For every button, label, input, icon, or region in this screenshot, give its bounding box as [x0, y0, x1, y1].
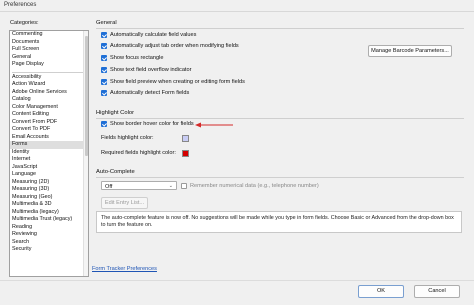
category-item-multimedia-3d[interactable]: Multimedia & 3D — [10, 201, 88, 209]
category-item-language[interactable]: Language — [10, 171, 88, 179]
option-label: Automatically adjust tab order when modi… — [110, 43, 239, 49]
category-item-content-editing[interactable]: Content Editing — [10, 111, 88, 119]
option-label: Show focus rectangle — [110, 55, 164, 61]
checkbox[interactable] — [101, 55, 107, 61]
autocomplete-dropdown[interactable]: Off ⌄ — [101, 181, 177, 190]
option-label: Show field preview when creating or edit… — [110, 79, 245, 85]
category-item-measuring-geo[interactable]: Measuring (Geo) — [10, 194, 88, 202]
general-section-title: General — [96, 20, 117, 26]
category-item-page-display[interactable]: Page Display — [10, 61, 88, 69]
category-item-full-screen[interactable]: Full Screen — [10, 46, 88, 54]
option-label: Remember numerical data (e.g., telephone… — [190, 183, 319, 189]
section-divider — [96, 177, 464, 178]
option-label: Show text field overflow indicator — [110, 67, 192, 73]
option-show-border-hover[interactable]: Show border hover color for fields — [101, 120, 194, 128]
chevron-down-icon: ⌄ — [168, 183, 173, 189]
option-label: Automatically calculate field values — [110, 32, 197, 38]
categories-scrollbar[interactable] — [83, 31, 88, 276]
required-fields-color-label: Required fields highlight color: — [101, 150, 176, 156]
checkbox[interactable] — [101, 43, 107, 49]
option-calculate-fields[interactable]: Automatically calculate field values — [101, 31, 196, 39]
category-item-forms[interactable]: Forms — [10, 141, 88, 149]
autocomplete-section-title: Auto-Complete — [96, 169, 135, 175]
scrollbar-thumb[interactable] — [85, 36, 88, 156]
category-item-reviewing[interactable]: Reviewing — [10, 231, 88, 239]
checkbox[interactable] — [101, 32, 107, 38]
category-item-documents[interactable]: Documents — [10, 39, 88, 47]
autocomplete-info-text: The auto-complete feature is now off. No… — [96, 211, 462, 233]
category-item-catalog[interactable]: Catalog — [10, 96, 88, 104]
fields-highlight-color-swatch[interactable] — [182, 135, 189, 142]
category-item-general[interactable]: General — [10, 54, 88, 62]
manage-barcode-button[interactable]: Manage Barcode Parameters... — [368, 45, 452, 57]
categories-list[interactable]: Commenting Documents Full Screen General Pag… — [9, 30, 89, 277]
window-title: Preferences — [4, 2, 37, 8]
footer-divider — [0, 280, 474, 281]
category-item-search[interactable]: Search — [10, 239, 88, 247]
category-item-color-management[interactable]: Color Management — [10, 104, 88, 112]
cancel-button[interactable]: Cancel — [414, 285, 460, 298]
checkbox[interactable] — [101, 121, 107, 127]
categories-label: Categories: — [10, 20, 39, 26]
category-item-internet[interactable]: Internet — [10, 156, 88, 164]
category-item-accessibility[interactable]: Accessibility — [10, 74, 88, 82]
category-item-convert-from-pdf[interactable]: Convert From PDF — [10, 119, 88, 127]
checkbox[interactable] — [101, 79, 107, 85]
category-item-multimedia-legacy[interactable]: Multimedia (legacy) — [10, 209, 88, 217]
category-item-email-accounts[interactable]: Email Accounts — [10, 134, 88, 142]
edit-entry-list-button[interactable]: Edit Entry List... — [101, 197, 148, 209]
categories-separator — [12, 69, 86, 73]
annotation-arrow — [195, 122, 233, 128]
category-item-reading[interactable]: Reading — [10, 224, 88, 232]
section-divider — [96, 118, 464, 119]
option-label: Show border hover color for fields — [110, 121, 194, 127]
option-label: Automatically detect Form fields — [110, 90, 190, 96]
option-overflow-indicator[interactable]: Show text field overflow indicator — [101, 66, 191, 74]
fields-highlight-color-label: Fields highlight color: — [101, 135, 154, 141]
option-detect-form-fields[interactable]: Automatically detect Form fields — [101, 89, 189, 97]
category-item-multimedia-trust-legacy[interactable]: Multimedia Trust (legacy) — [10, 216, 88, 224]
category-item-action-wizard[interactable]: Action Wizard — [10, 81, 88, 89]
category-item-identity[interactable]: Identity — [10, 149, 88, 157]
option-field-preview[interactable]: Show field preview when creating or edit… — [101, 78, 245, 86]
category-item-commenting[interactable]: Commenting — [10, 31, 88, 39]
checkbox[interactable] — [101, 67, 107, 73]
ok-button[interactable]: OK — [358, 285, 404, 298]
highlight-section-title: Highlight Color — [96, 110, 135, 116]
category-item-javascript[interactable]: JavaScript — [10, 164, 88, 172]
dropdown-value: Off — [105, 183, 113, 190]
option-adjust-tab-order[interactable]: Automatically adjust tab order when modi… — [101, 42, 239, 50]
category-item-security[interactable]: Security — [10, 246, 88, 254]
category-item-measuring-3d[interactable]: Measuring (3D) — [10, 186, 88, 194]
option-focus-rectangle[interactable]: Show focus rectangle — [101, 54, 163, 62]
checkbox[interactable] — [101, 90, 107, 96]
category-item-convert-to-pdf[interactable]: Convert To PDF — [10, 126, 88, 134]
checkbox[interactable] — [181, 183, 187, 189]
title-bar: Preferences — [0, 0, 474, 12]
category-item-adobe-online-services[interactable]: Adobe Online Services — [10, 89, 88, 97]
required-fields-color-swatch[interactable] — [182, 150, 189, 157]
form-tracker-preferences-link[interactable]: Form Tracker Preferences — [92, 266, 157, 272]
section-divider — [96, 28, 464, 29]
category-item-measuring-2d[interactable]: Measuring (2D) — [10, 179, 88, 187]
option-remember-numerical[interactable]: Remember numerical data (e.g., telephone… — [181, 182, 319, 190]
